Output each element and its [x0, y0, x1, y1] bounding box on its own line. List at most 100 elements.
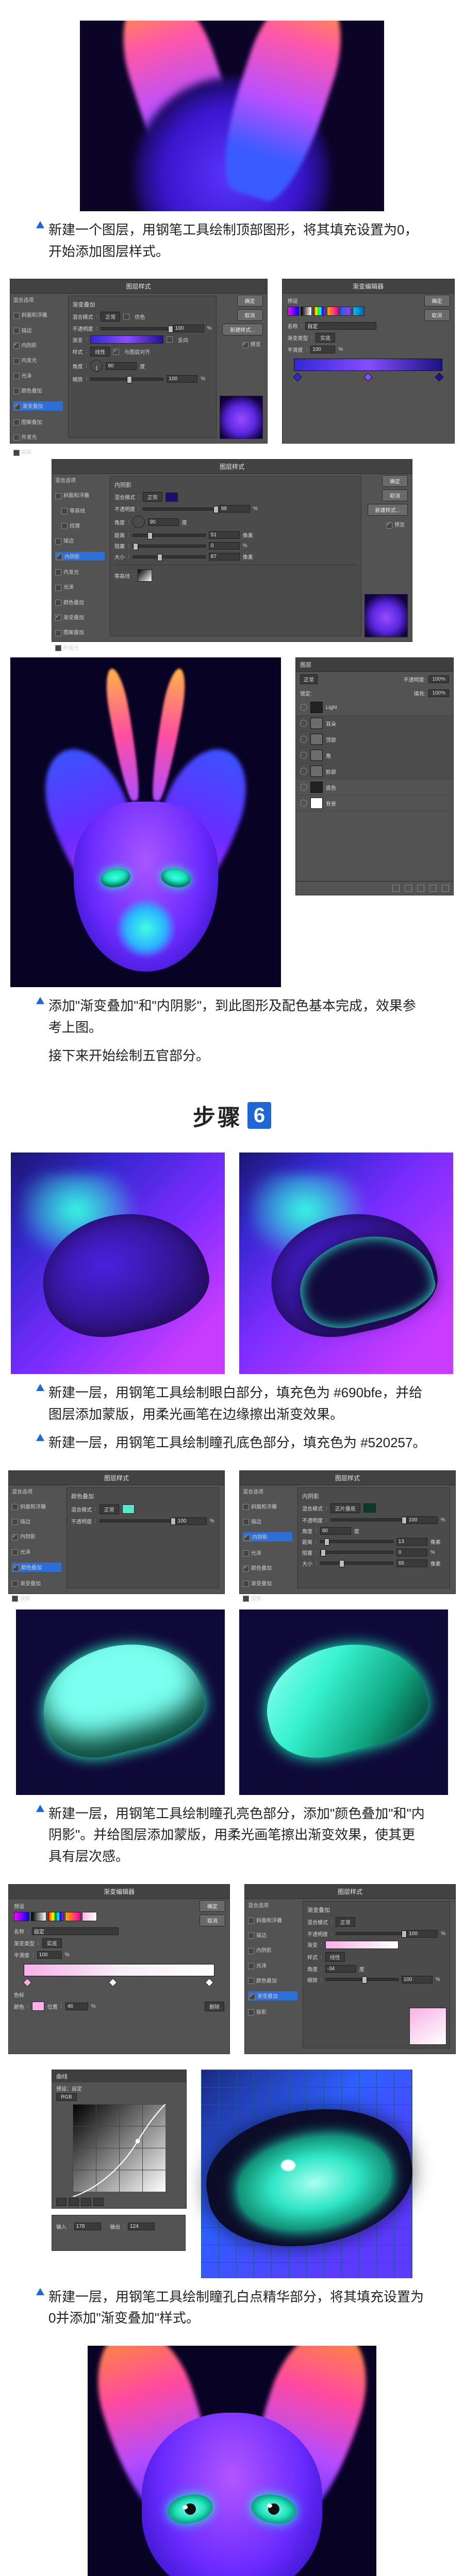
trash-icon[interactable]: [442, 885, 449, 892]
style-item[interactable]: 斜面和浮雕: [63, 493, 89, 499]
blend-mode-select[interactable]: 正常: [101, 312, 120, 321]
style-item[interactable]: 投影: [251, 1596, 261, 1602]
cancel-button[interactable]: 取消: [200, 1914, 225, 1926]
layer-row[interactable]: 角: [296, 748, 453, 764]
layers-tab[interactable]: 图层: [296, 658, 453, 672]
scale-input[interactable]: [167, 375, 197, 383]
preset-swatch[interactable]: [65, 1912, 80, 1921]
visibility-icon[interactable]: [300, 736, 307, 743]
style-item-selected[interactable]: 内阴影: [252, 1535, 268, 1540]
visibility-icon[interactable]: [300, 768, 307, 775]
style-item[interactable]: 投影: [256, 2010, 267, 2015]
gradient-stop[interactable]: [364, 373, 373, 382]
shadow-color-swatch[interactable]: [363, 1503, 376, 1513]
style-item[interactable]: 图案叠加: [63, 630, 84, 636]
style-item[interactable]: 光泽: [251, 1551, 261, 1556]
shadow-color-swatch[interactable]: [165, 493, 178, 502]
visibility-icon[interactable]: [300, 704, 307, 711]
choke-input[interactable]: [209, 542, 240, 550]
style-item[interactable]: 光泽: [20, 1550, 30, 1555]
blend-mode-select[interactable]: 正常: [300, 674, 318, 684]
angle-input[interactable]: [148, 518, 179, 526]
style-item-selected[interactable]: 颜色叠加: [21, 1565, 42, 1571]
opacity-input[interactable]: [173, 325, 204, 332]
preset-swatch[interactable]: [313, 307, 325, 316]
gradient-swatch[interactable]: [325, 1941, 399, 1949]
style-item[interactable]: 渐变叠加: [20, 1581, 41, 1587]
curves-channel-select[interactable]: RGB: [56, 2093, 77, 2101]
opacity-input[interactable]: [176, 1517, 207, 1525]
blend-mode-select[interactable]: 正常: [143, 492, 162, 502]
angle-input[interactable]: [325, 1965, 356, 1973]
gradient-stop[interactable]: [205, 1978, 214, 1987]
style-item[interactable]: 混合选项: [12, 1487, 61, 1495]
style-item[interactable]: 描边: [22, 328, 32, 334]
angle-input[interactable]: [320, 1527, 351, 1535]
style-item[interactable]: 内阴影: [22, 343, 37, 349]
style-item-selected[interactable]: 渐变叠加: [257, 1994, 278, 1999]
grad-name-input[interactable]: [32, 1927, 119, 1935]
gradient-swatch[interactable]: [90, 335, 163, 344]
curves-preset-thumb[interactable]: [93, 2198, 104, 2206]
size-input[interactable]: [396, 1560, 427, 1567]
opacity-input[interactable]: [407, 1516, 438, 1524]
style-item[interactable]: 混合选项: [55, 476, 105, 484]
new-layer-icon[interactable]: [429, 885, 437, 892]
style-item[interactable]: 混合选项: [248, 1901, 297, 1909]
style-item[interactable]: 渐变叠加: [63, 615, 84, 621]
style-item[interactable]: 等高线: [70, 509, 85, 514]
layer-opacity[interactable]: 100%: [428, 675, 449, 683]
distance-input[interactable]: [209, 531, 240, 539]
ok-button[interactable]: 确定: [382, 475, 408, 487]
style-item[interactable]: 颜色叠加: [251, 1566, 272, 1571]
curves-preset[interactable]: 预设：自定: [56, 2087, 82, 2092]
gradient-bar[interactable]: [294, 359, 442, 371]
preset-swatch[interactable]: [82, 1912, 97, 1921]
preset-swatch[interactable]: [31, 1912, 46, 1921]
smoothness-input[interactable]: [37, 1951, 62, 1959]
opacity-input[interactable]: [407, 1930, 438, 1938]
cancel-button[interactable]: 取消: [424, 309, 450, 321]
layer-row[interactable]: Light: [296, 700, 453, 716]
style-item[interactable]: 光泽: [256, 1963, 267, 1969]
ok-button[interactable]: 确定: [424, 295, 450, 307]
grad-type-select[interactable]: 实底: [42, 1938, 62, 1948]
new-group-icon[interactable]: [417, 885, 424, 892]
curves-input-value[interactable]: [74, 2223, 101, 2230]
gradient-stop[interactable]: [435, 373, 443, 382]
cancel-button[interactable]: 取消: [382, 489, 408, 501]
style-item[interactable]: 斜面和浮雕: [251, 1504, 277, 1510]
layer-row[interactable]: 顶部: [296, 732, 453, 748]
curves-preset-thumb[interactable]: [69, 2198, 79, 2206]
blend-mode-select[interactable]: 正片叠底: [330, 1503, 360, 1513]
gradient-stop[interactable]: [23, 1978, 31, 1987]
style-item[interactable]: 混合选项: [243, 1487, 292, 1495]
style-item[interactable]: 投影: [22, 450, 32, 455]
style-item[interactable]: 斜面和浮雕: [22, 313, 47, 318]
style-item[interactable]: 渐变叠加: [251, 1581, 272, 1587]
delete-stop-button[interactable]: 删除: [205, 2002, 224, 2011]
visibility-icon[interactable]: [300, 800, 307, 807]
angle-input[interactable]: [106, 362, 137, 370]
size-input[interactable]: [209, 553, 240, 561]
ok-button[interactable]: 确定: [237, 295, 263, 307]
preset-swatch[interactable]: [14, 1912, 29, 1921]
style-item[interactable]: 混合选项: [13, 296, 63, 303]
gradient-bar[interactable]: [24, 1964, 214, 1976]
curves-output-value[interactable]: [128, 2223, 155, 2230]
style-item[interactable]: 投影: [20, 1596, 30, 1602]
style-item[interactable]: 外发光: [63, 646, 79, 651]
layer-fill[interactable]: 100%: [428, 689, 449, 697]
style-item-selected[interactable]: 内阴影: [64, 554, 80, 560]
style-item[interactable]: 描边: [63, 538, 74, 544]
preset-swatch[interactable]: [340, 307, 351, 316]
style-item[interactable]: 内阴影: [20, 1534, 36, 1540]
style-item[interactable]: 光泽: [22, 374, 32, 379]
layer-row[interactable]: 底色: [296, 779, 453, 795]
blend-mode-select[interactable]: 正常: [100, 1504, 119, 1514]
curves-preset-thumb[interactable]: [56, 2198, 67, 2206]
style-item[interactable]: 描边: [251, 1519, 261, 1525]
style-item[interactable]: 光泽: [63, 585, 74, 590]
scale-input[interactable]: [402, 1976, 433, 1984]
grad-type-select[interactable]: 实底: [316, 333, 335, 343]
